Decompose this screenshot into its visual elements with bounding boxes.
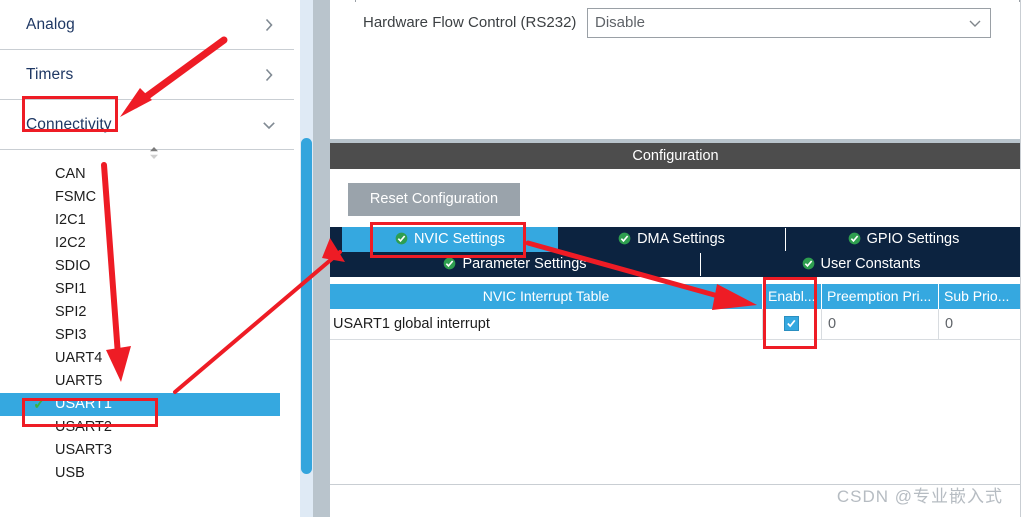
cell-divider	[938, 309, 939, 339]
cell-preemption-priority[interactable]: 0	[823, 309, 937, 339]
hardware-flow-control-select[interactable]: Disable	[587, 8, 991, 38]
peripheral-label: SPI2	[55, 304, 87, 320]
peripheral-label: USART2	[55, 419, 112, 435]
cell-interrupt-name: USART1 global interrupt	[333, 316, 490, 332]
green-check-circle-icon	[802, 254, 815, 279]
chevron-right-icon[interactable]	[262, 68, 276, 82]
field-above-partial	[355, 0, 1020, 2]
green-check-circle-icon	[443, 254, 456, 279]
list-item[interactable]: UART4	[0, 347, 294, 370]
tab-label: NVIC Settings	[413, 231, 506, 247]
nvic-table-header: NVIC Interrupt Table Enabl... Preemption…	[330, 284, 1021, 309]
list-item[interactable]: FSMC	[0, 186, 294, 209]
connectivity-peripheral-list: CAN FSMC I2C1 I2C2 SDIO SPI1 SPI2 SPI3 U…	[0, 163, 294, 485]
green-check-icon: ✓	[33, 396, 46, 413]
tab-user-constants[interactable]: User Constants	[701, 252, 1021, 277]
enabled-checkbox[interactable]	[784, 316, 799, 331]
peripheral-label: SDIO	[55, 258, 91, 274]
green-check-circle-icon	[848, 229, 861, 254]
peripheral-label: CAN	[55, 166, 86, 182]
configuration-panel: Hardware Flow Control (RS232) Disable Co…	[330, 0, 1021, 517]
list-item[interactable]: SPI2	[0, 301, 294, 324]
list-item[interactable]: USART3	[0, 439, 294, 462]
tab-gpio-settings[interactable]: GPIO Settings	[786, 227, 1021, 252]
column-header-preemption-priority[interactable]: Preemption Pri...	[822, 284, 938, 309]
sidebar-category-label: Timers	[26, 65, 74, 83]
up-down-spinner-icon[interactable]	[146, 145, 162, 161]
peripheral-label: UART4	[55, 350, 103, 366]
tab-nvic-settings[interactable]: NVIC Settings	[342, 227, 558, 252]
column-header-sub-priority[interactable]: Sub Prio...	[939, 284, 1021, 309]
peripheral-label: USART1	[55, 396, 112, 412]
chevron-down-icon[interactable]	[262, 118, 276, 132]
peripheral-label: USART3	[55, 442, 112, 458]
peripheral-label: FSMC	[55, 189, 97, 205]
peripheral-label: SPI1	[55, 281, 87, 297]
green-check-circle-icon	[618, 229, 631, 254]
peripheral-label: USB	[55, 465, 85, 481]
column-header-enabled[interactable]: Enabl...	[763, 284, 821, 309]
tab-label: Parameter Settings	[462, 256, 587, 272]
sidebar-category-label: Analog	[26, 15, 75, 33]
peripheral-label: I2C1	[55, 212, 86, 228]
hardware-flow-control-value: Disable	[595, 14, 646, 31]
tab-label: GPIO Settings	[866, 231, 960, 247]
sidebar-category-connectivity[interactable]: Connectivity	[0, 100, 294, 150]
panel-divider	[313, 0, 330, 517]
tab-label: User Constants	[820, 256, 921, 272]
configuration-tabs-row-1: NVIC Settings DMA Settings GPIO Settings	[330, 227, 1021, 252]
hardware-flow-control-label: Hardware Flow Control (RS232)	[363, 14, 577, 31]
watermark: CSDN @专业嵌入式	[836, 487, 1003, 506]
list-item[interactable]: I2C1	[0, 209, 294, 232]
tab-dma-settings[interactable]: DMA Settings	[558, 227, 785, 252]
sidebar-category-analog[interactable]: Analog	[0, 0, 294, 50]
list-item[interactable]: SDIO	[0, 255, 294, 278]
reset-configuration-button[interactable]: Reset Configuration	[348, 183, 520, 216]
list-item[interactable]: SPI3	[0, 324, 294, 347]
sidebar-item-usart1[interactable]: ✓ USART1	[0, 393, 280, 416]
list-item[interactable]: USB	[0, 462, 294, 485]
table-row[interactable]: USART1 global interrupt 0 0	[330, 309, 1021, 340]
configuration-header: Configuration	[330, 143, 1021, 169]
tab-label: DMA Settings	[637, 231, 725, 247]
cell-divider	[762, 309, 763, 339]
peripheral-label: SPI3	[55, 327, 87, 343]
list-item[interactable]: UART5	[0, 370, 294, 393]
cell-divider	[821, 309, 822, 339]
sidebar-scrollbar-thumb[interactable]	[301, 138, 312, 474]
sidebar-category-label: Connectivity	[26, 115, 112, 133]
peripheral-sidebar: Analog Timers Connectivity CAN FSMC I2C1…	[0, 0, 294, 517]
tab-parameter-settings[interactable]: Parameter Settings	[330, 252, 700, 277]
chevron-right-icon[interactable]	[262, 18, 276, 32]
sidebar-category-timers[interactable]: Timers	[0, 50, 294, 100]
configuration-tabs-row-2: Parameter Settings User Constants	[330, 252, 1021, 277]
list-item[interactable]: CAN	[0, 163, 294, 186]
hardware-flow-control-row: Hardware Flow Control (RS232) Disable	[330, 8, 1021, 38]
chevron-down-icon[interactable]	[968, 16, 982, 30]
peripheral-label: I2C2	[55, 235, 86, 251]
list-item[interactable]: SPI1	[0, 278, 294, 301]
column-header-interrupt-table[interactable]: NVIC Interrupt Table	[330, 284, 762, 309]
list-item[interactable]: USART2	[0, 416, 294, 439]
peripheral-label: UART5	[55, 373, 103, 389]
cell-sub-priority[interactable]: 0	[940, 309, 1020, 339]
green-check-circle-icon	[395, 229, 408, 254]
list-item[interactable]: I2C2	[0, 232, 294, 255]
